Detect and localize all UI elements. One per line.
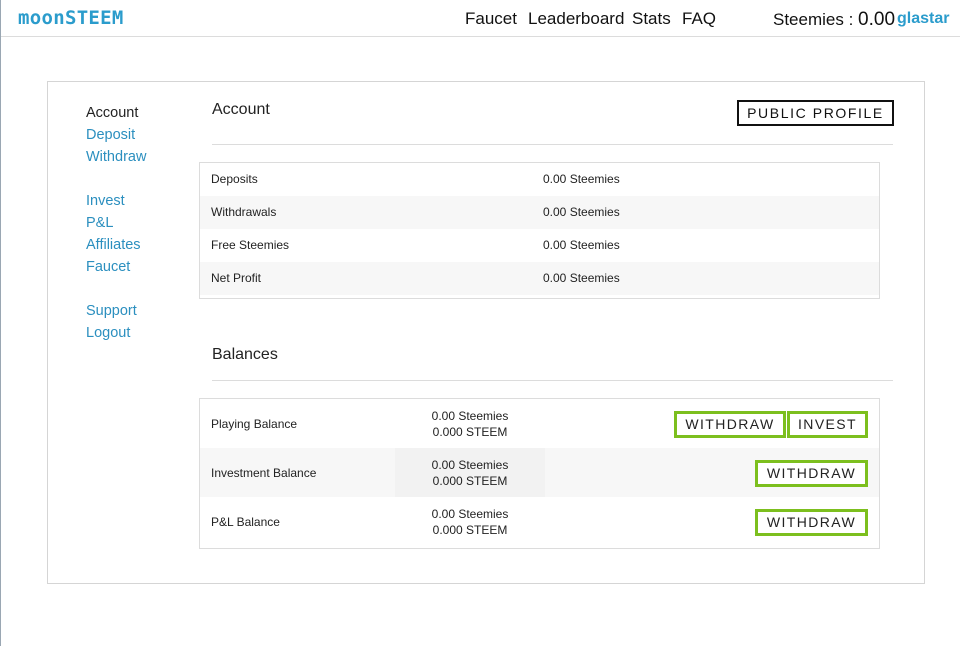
balance-steemies: 0.00 Steemies (431, 506, 509, 521)
account-section-title: Account (212, 101, 270, 118)
steemies-balance-value: 0.00 (858, 9, 896, 30)
balances-section-title: Balances (212, 346, 278, 363)
balance-label: P&L Balance (211, 514, 280, 529)
table-row: Free Steemies 0.00 Steemies (200, 229, 879, 262)
balance-steem: 0.000 STEEM (432, 522, 508, 537)
table-row: Deposits 0.00 Steemies (200, 163, 879, 196)
table-row: Investment Balance 0.00 Steemies 0.000 S… (200, 448, 879, 497)
balance-values: 0.00 Steemies 0.000 STEEM (395, 497, 545, 546)
balances-table: Playing Balance 0.00 Steemies 0.000 STEE… (199, 398, 880, 549)
row-value: 0.00 Steemies (543, 271, 620, 285)
sidebar-item-invest[interactable]: Invest (86, 190, 196, 212)
pnl-withdraw-button[interactable]: WITHDRAW (755, 509, 868, 536)
row-value: 0.00 Steemies (543, 205, 620, 219)
balance-steem: 0.000 STEEM (432, 424, 508, 439)
sidebar-item-support[interactable]: Support (86, 300, 196, 322)
steemies-balance: Steemies : 0.00 (773, 9, 895, 31)
account-panel: Account Deposit Withdraw Invest P&L Affi… (47, 81, 925, 584)
sidebar-item-logout[interactable]: Logout (86, 322, 196, 344)
balance-label: Playing Balance (211, 416, 298, 431)
table-row: Playing Balance 0.00 Steemies 0.000 STEE… (200, 399, 879, 448)
nav-leaderboard[interactable]: Leaderboard (528, 9, 624, 29)
account-summary-table: Deposits 0.00 Steemies Withdrawals 0.00 … (199, 162, 880, 299)
playing-withdraw-button[interactable]: WITHDRAW (674, 411, 786, 438)
sidebar-item-deposit[interactable]: Deposit (86, 124, 196, 146)
sidebar-item-faucet[interactable]: Faucet (86, 256, 196, 278)
balance-label: Investment Balance (211, 465, 317, 480)
row-value: 0.00 Steemies (543, 172, 620, 186)
site-logo[interactable]: moonSTEEM (18, 7, 124, 29)
user-menu-link[interactable]: glastar (897, 10, 949, 28)
row-label: Withdrawals (211, 205, 277, 219)
row-value: 0.00 Steemies (543, 238, 620, 252)
sidebar-item-affiliates[interactable]: Affiliates (86, 234, 196, 256)
top-navigation-bar: moonSTEEM Faucet Leaderboard Stats FAQ S… (1, 0, 960, 37)
sidebar-item-pnl[interactable]: P&L (86, 212, 196, 234)
row-label: Deposits (211, 172, 258, 186)
investment-withdraw-button[interactable]: WITHDRAW (755, 460, 868, 487)
window-edge (0, 0, 1, 646)
nav-faq[interactable]: FAQ (682, 9, 716, 29)
balance-steemies: 0.00 Steemies (431, 408, 509, 423)
playing-invest-button[interactable]: INVEST (787, 411, 868, 438)
balance-values: 0.00 Steemies 0.000 STEEM (395, 448, 545, 497)
sidebar-item-withdraw[interactable]: Withdraw (86, 146, 196, 168)
steemies-balance-label: Steemies : (773, 10, 859, 29)
nav-stats[interactable]: Stats (632, 9, 671, 29)
table-row: Withdrawals 0.00 Steemies (200, 196, 879, 229)
balance-values: 0.00 Steemies 0.000 STEEM (395, 399, 545, 448)
sidebar-nav: Account Deposit Withdraw Invest P&L Affi… (86, 102, 196, 344)
nav-faucet[interactable]: Faucet (465, 9, 517, 29)
balance-steemies: 0.00 Steemies (431, 457, 509, 472)
table-row: P&L Balance 0.00 Steemies 0.000 STEEM WI… (200, 497, 879, 546)
row-label: Free Steemies (211, 238, 290, 252)
row-label: Net Profit (211, 271, 262, 285)
divider (212, 144, 893, 145)
balance-steem: 0.000 STEEM (432, 473, 508, 488)
sidebar-item-account[interactable]: Account (86, 102, 196, 124)
divider (212, 380, 893, 381)
public-profile-button[interactable]: PUBLIC PROFILE (737, 100, 894, 126)
table-row: Net Profit 0.00 Steemies (200, 262, 879, 295)
